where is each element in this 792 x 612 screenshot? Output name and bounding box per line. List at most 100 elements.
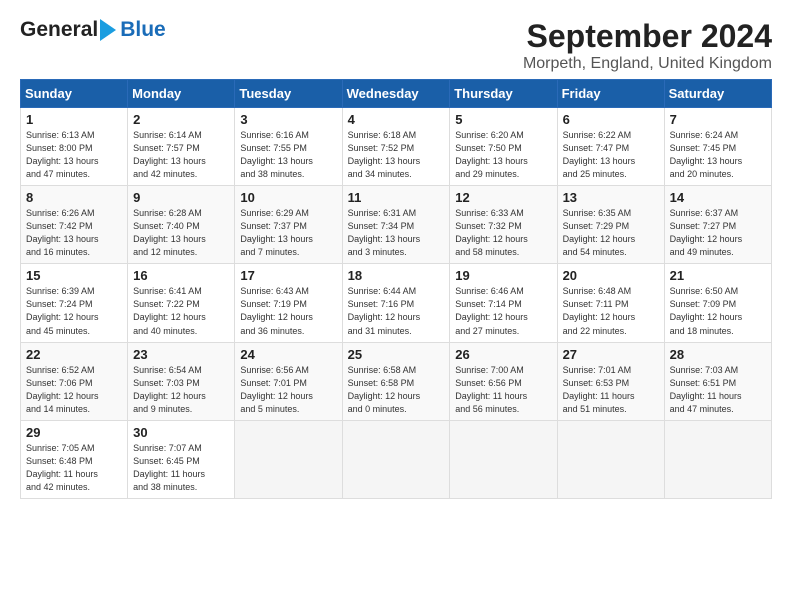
day-info: Sunrise: 6:33 AM Sunset: 7:32 PM Dayligh… (455, 207, 551, 259)
day-number: 2 (133, 112, 229, 127)
calendar-cell (557, 420, 664, 498)
day-info: Sunrise: 6:52 AM Sunset: 7:06 PM Dayligh… (26, 364, 122, 416)
calendar-header-row: Sunday Monday Tuesday Wednesday Thursday… (21, 80, 772, 108)
day-info: Sunrise: 6:44 AM Sunset: 7:16 PM Dayligh… (348, 285, 445, 337)
day-number: 9 (133, 190, 229, 205)
day-number: 4 (348, 112, 445, 127)
day-number: 23 (133, 347, 229, 362)
calendar-cell: 19 Sunrise: 6:46 AM Sunset: 7:14 PM Dayli… (450, 264, 557, 342)
day-info: Sunrise: 6:58 AM Sunset: 6:58 PM Dayligh… (348, 364, 445, 416)
day-number: 11 (348, 190, 445, 205)
day-info: Sunrise: 6:16 AM Sunset: 7:55 PM Dayligh… (240, 129, 336, 181)
day-number: 10 (240, 190, 336, 205)
calendar-cell: 29 Sunrise: 7:05 AM Sunset: 6:48 PM Dayli… (21, 420, 128, 498)
col-saturday: Saturday (664, 80, 771, 108)
day-info: Sunrise: 6:35 AM Sunset: 7:29 PM Dayligh… (563, 207, 659, 259)
day-info: Sunrise: 7:01 AM Sunset: 6:53 PM Dayligh… (563, 364, 659, 416)
day-number: 7 (670, 112, 766, 127)
calendar-cell: 28 Sunrise: 7:03 AM Sunset: 6:51 PM Dayli… (664, 342, 771, 420)
day-number: 1 (26, 112, 122, 127)
logo-blue-row: Blue (120, 18, 166, 42)
calendar-cell: 11 Sunrise: 6:31 AM Sunset: 7:34 PM Dayli… (342, 186, 450, 264)
day-info: Sunrise: 6:41 AM Sunset: 7:22 PM Dayligh… (133, 285, 229, 337)
calendar-cell: 5 Sunrise: 6:20 AM Sunset: 7:50 PM Daylig… (450, 108, 557, 186)
calendar-cell: 24Sunrise: 6:56 AM Sunset: 7:01 PM Dayli… (235, 342, 342, 420)
day-number: 28 (670, 347, 766, 362)
day-info: Sunrise: 7:03 AM Sunset: 6:51 PM Dayligh… (670, 364, 766, 416)
col-sunday: Sunday (21, 80, 128, 108)
calendar-cell: 1Sunrise: 6:13 AM Sunset: 8:00 PM Daylig… (21, 108, 128, 186)
day-number: 27 (563, 347, 659, 362)
day-number: 16 (133, 268, 229, 283)
col-thursday: Thursday (450, 80, 557, 108)
col-wednesday: Wednesday (342, 80, 450, 108)
day-number: 21 (670, 268, 766, 283)
calendar-cell (235, 420, 342, 498)
calendar-cell: 18Sunrise: 6:44 AM Sunset: 7:16 PM Dayli… (342, 264, 450, 342)
calendar-cell: 17Sunrise: 6:43 AM Sunset: 7:19 PM Dayli… (235, 264, 342, 342)
calendar-cell: 22Sunrise: 6:52 AM Sunset: 7:06 PM Dayli… (21, 342, 128, 420)
calendar-cell: 15 Sunrise: 6:39 AM Sunset: 7:24 PM Dayli… (21, 264, 128, 342)
day-info: Sunrise: 6:46 AM Sunset: 7:14 PM Dayligh… (455, 285, 551, 337)
calendar-cell: 25 Sunrise: 6:58 AM Sunset: 6:58 PM Dayli… (342, 342, 450, 420)
col-monday: Monday (128, 80, 235, 108)
day-info: Sunrise: 6:54 AM Sunset: 7:03 PM Dayligh… (133, 364, 229, 416)
day-info: Sunrise: 6:22 AM Sunset: 7:47 PM Dayligh… (563, 129, 659, 181)
page: General Blue September 2024 Morpeth, Eng… (0, 0, 792, 509)
col-friday: Friday (557, 80, 664, 108)
calendar-cell: 2 Sunrise: 6:14 AM Sunset: 7:57 PM Daylig… (128, 108, 235, 186)
calendar-cell: 8 Sunrise: 6:26 AM Sunset: 7:42 PM Daylig… (21, 186, 128, 264)
day-info: Sunrise: 6:39 AM Sunset: 7:24 PM Dayligh… (26, 285, 122, 337)
logo-arrow-icon (100, 19, 116, 41)
day-number: 26 (455, 347, 551, 362)
calendar-subtitle: Morpeth, England, United Kingdom (523, 55, 772, 73)
col-tuesday: Tuesday (235, 80, 342, 108)
day-info: Sunrise: 7:05 AM Sunset: 6:48 PM Dayligh… (26, 442, 122, 494)
calendar-cell: 23 Sunrise: 6:54 AM Sunset: 7:03 PM Dayli… (128, 342, 235, 420)
day-number: 19 (455, 268, 551, 283)
calendar-cell (664, 420, 771, 498)
calendar-cell: 3Sunrise: 6:16 AM Sunset: 7:55 PM Daylig… (235, 108, 342, 186)
header: General Blue September 2024 Morpeth, Eng… (20, 18, 772, 73)
day-info: Sunrise: 7:07 AM Sunset: 6:45 PM Dayligh… (133, 442, 229, 494)
day-info: Sunrise: 6:18 AM Sunset: 7:52 PM Dayligh… (348, 129, 445, 181)
calendar-week-5: 29 Sunrise: 7:05 AM Sunset: 6:48 PM Dayli… (21, 420, 772, 498)
calendar-week-3: 15 Sunrise: 6:39 AM Sunset: 7:24 PM Dayli… (21, 264, 772, 342)
day-number: 12 (455, 190, 551, 205)
day-number: 15 (26, 268, 122, 283)
calendar-week-2: 8 Sunrise: 6:26 AM Sunset: 7:42 PM Daylig… (21, 186, 772, 264)
calendar-table: Sunday Monday Tuesday Wednesday Thursday… (20, 79, 772, 499)
day-info: Sunrise: 6:28 AM Sunset: 7:40 PM Dayligh… (133, 207, 229, 259)
title-block: September 2024 Morpeth, England, United … (523, 18, 772, 73)
calendar-cell (450, 420, 557, 498)
day-info: Sunrise: 6:14 AM Sunset: 7:57 PM Dayligh… (133, 129, 229, 181)
day-info: Sunrise: 6:24 AM Sunset: 7:45 PM Dayligh… (670, 129, 766, 181)
day-number: 24 (240, 347, 336, 362)
day-number: 30 (133, 425, 229, 440)
day-number: 29 (26, 425, 122, 440)
calendar-cell: 10 Sunrise: 6:29 AM Sunset: 7:37 PM Dayli… (235, 186, 342, 264)
day-info: Sunrise: 6:31 AM Sunset: 7:34 PM Dayligh… (348, 207, 445, 259)
day-number: 20 (563, 268, 659, 283)
day-number: 17 (240, 268, 336, 283)
day-info: Sunrise: 6:20 AM Sunset: 7:50 PM Dayligh… (455, 129, 551, 181)
day-number: 13 (563, 190, 659, 205)
calendar-cell: 16 Sunrise: 6:41 AM Sunset: 7:22 PM Dayli… (128, 264, 235, 342)
calendar-week-1: 1Sunrise: 6:13 AM Sunset: 8:00 PM Daylig… (21, 108, 772, 186)
day-info: Sunrise: 6:50 AM Sunset: 7:09 PM Dayligh… (670, 285, 766, 337)
day-info: Sunrise: 6:26 AM Sunset: 7:42 PM Dayligh… (26, 207, 122, 259)
day-number: 8 (26, 190, 122, 205)
day-number: 5 (455, 112, 551, 127)
calendar-cell: 14Sunrise: 6:37 AM Sunset: 7:27 PM Dayli… (664, 186, 771, 264)
calendar-cell: 4 Sunrise: 6:18 AM Sunset: 7:52 PM Daylig… (342, 108, 450, 186)
logo-general: General (20, 18, 98, 41)
day-info: Sunrise: 6:29 AM Sunset: 7:37 PM Dayligh… (240, 207, 336, 259)
calendar-cell: 7 Sunrise: 6:24 AM Sunset: 7:45 PM Daylig… (664, 108, 771, 186)
day-number: 6 (563, 112, 659, 127)
day-info: Sunrise: 6:37 AM Sunset: 7:27 PM Dayligh… (670, 207, 766, 259)
day-number: 25 (348, 347, 445, 362)
day-info: Sunrise: 7:00 AM Sunset: 6:56 PM Dayligh… (455, 364, 551, 416)
calendar-cell: 12 Sunrise: 6:33 AM Sunset: 7:32 PM Dayli… (450, 186, 557, 264)
calendar-cell: 26 Sunrise: 7:00 AM Sunset: 6:56 PM Dayli… (450, 342, 557, 420)
calendar-cell (342, 420, 450, 498)
